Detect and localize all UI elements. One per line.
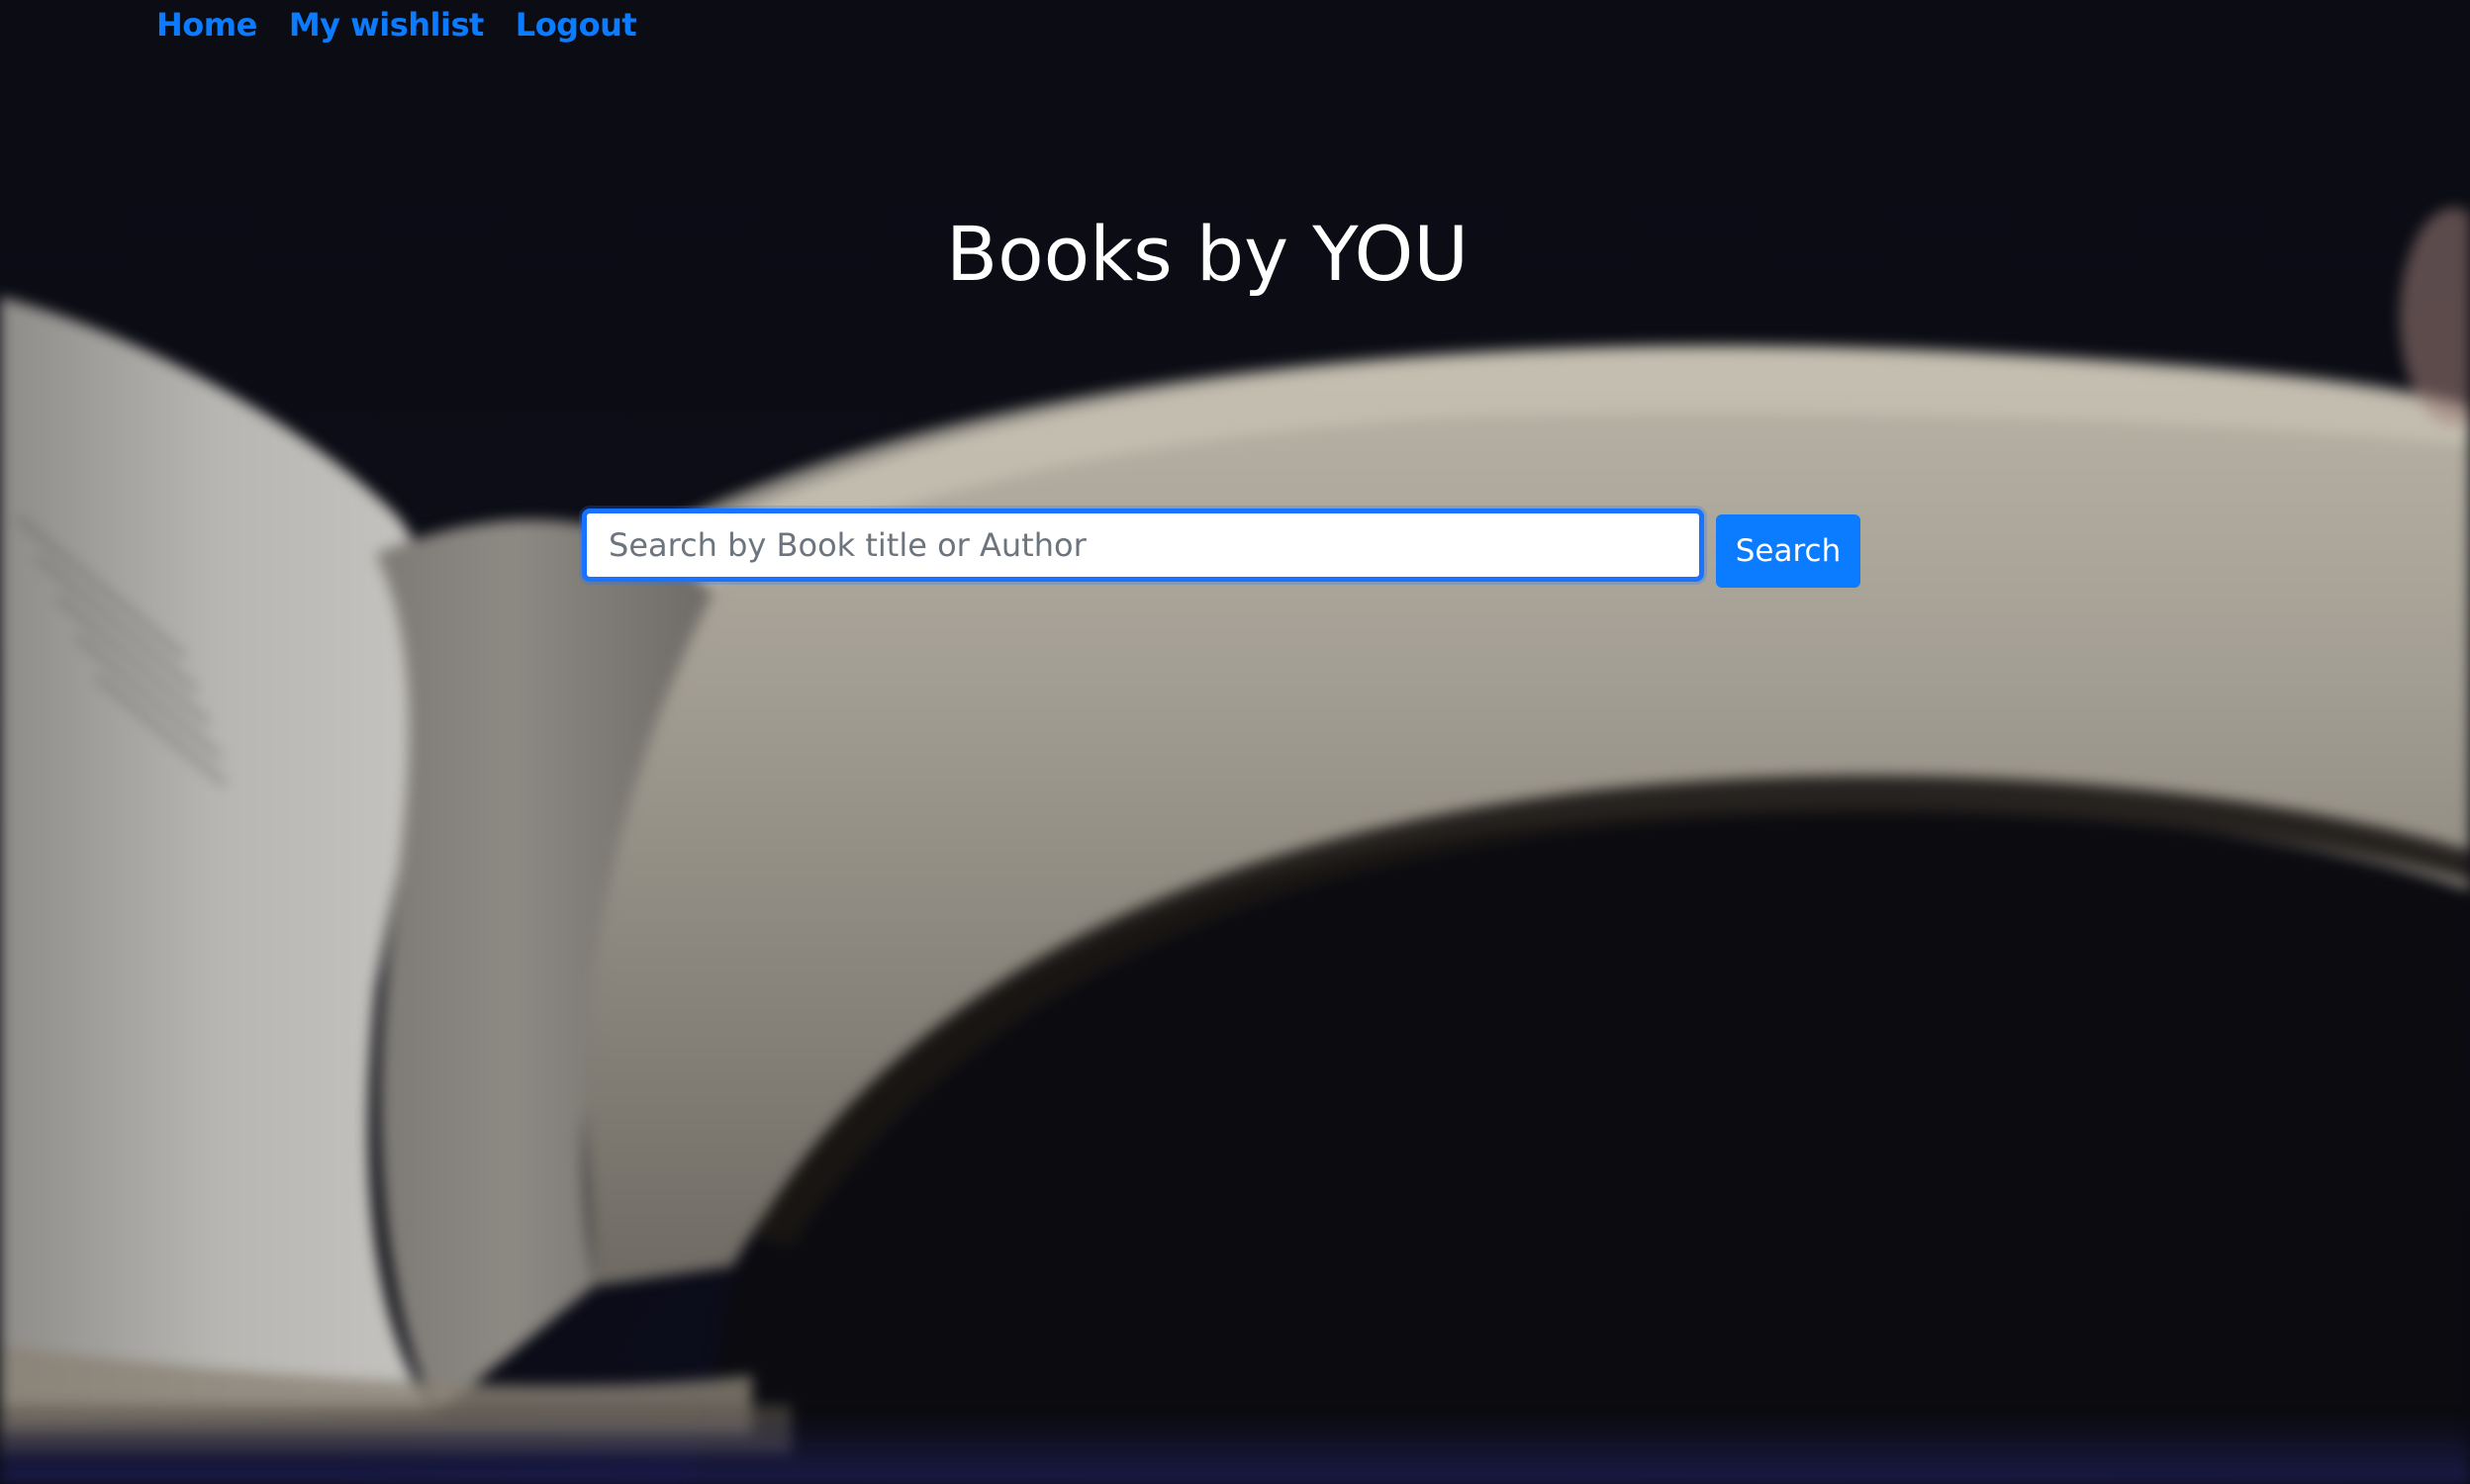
nav-logout-link[interactable]: Logout: [516, 6, 637, 44]
page-title: Books by YOU: [946, 210, 1469, 298]
bottom-glow: [0, 1415, 2470, 1484]
top-nav: Home My wishlist Logout: [156, 6, 637, 44]
nav-home-link[interactable]: Home: [156, 6, 257, 44]
search-input[interactable]: [582, 509, 1704, 582]
search-form: Search: [582, 509, 1860, 588]
search-button[interactable]: Search: [1716, 514, 1860, 588]
nav-wishlist-link[interactable]: My wishlist: [289, 6, 484, 44]
page: Home My wishlist Logout Books by YOU Sea…: [0, 0, 2470, 1484]
